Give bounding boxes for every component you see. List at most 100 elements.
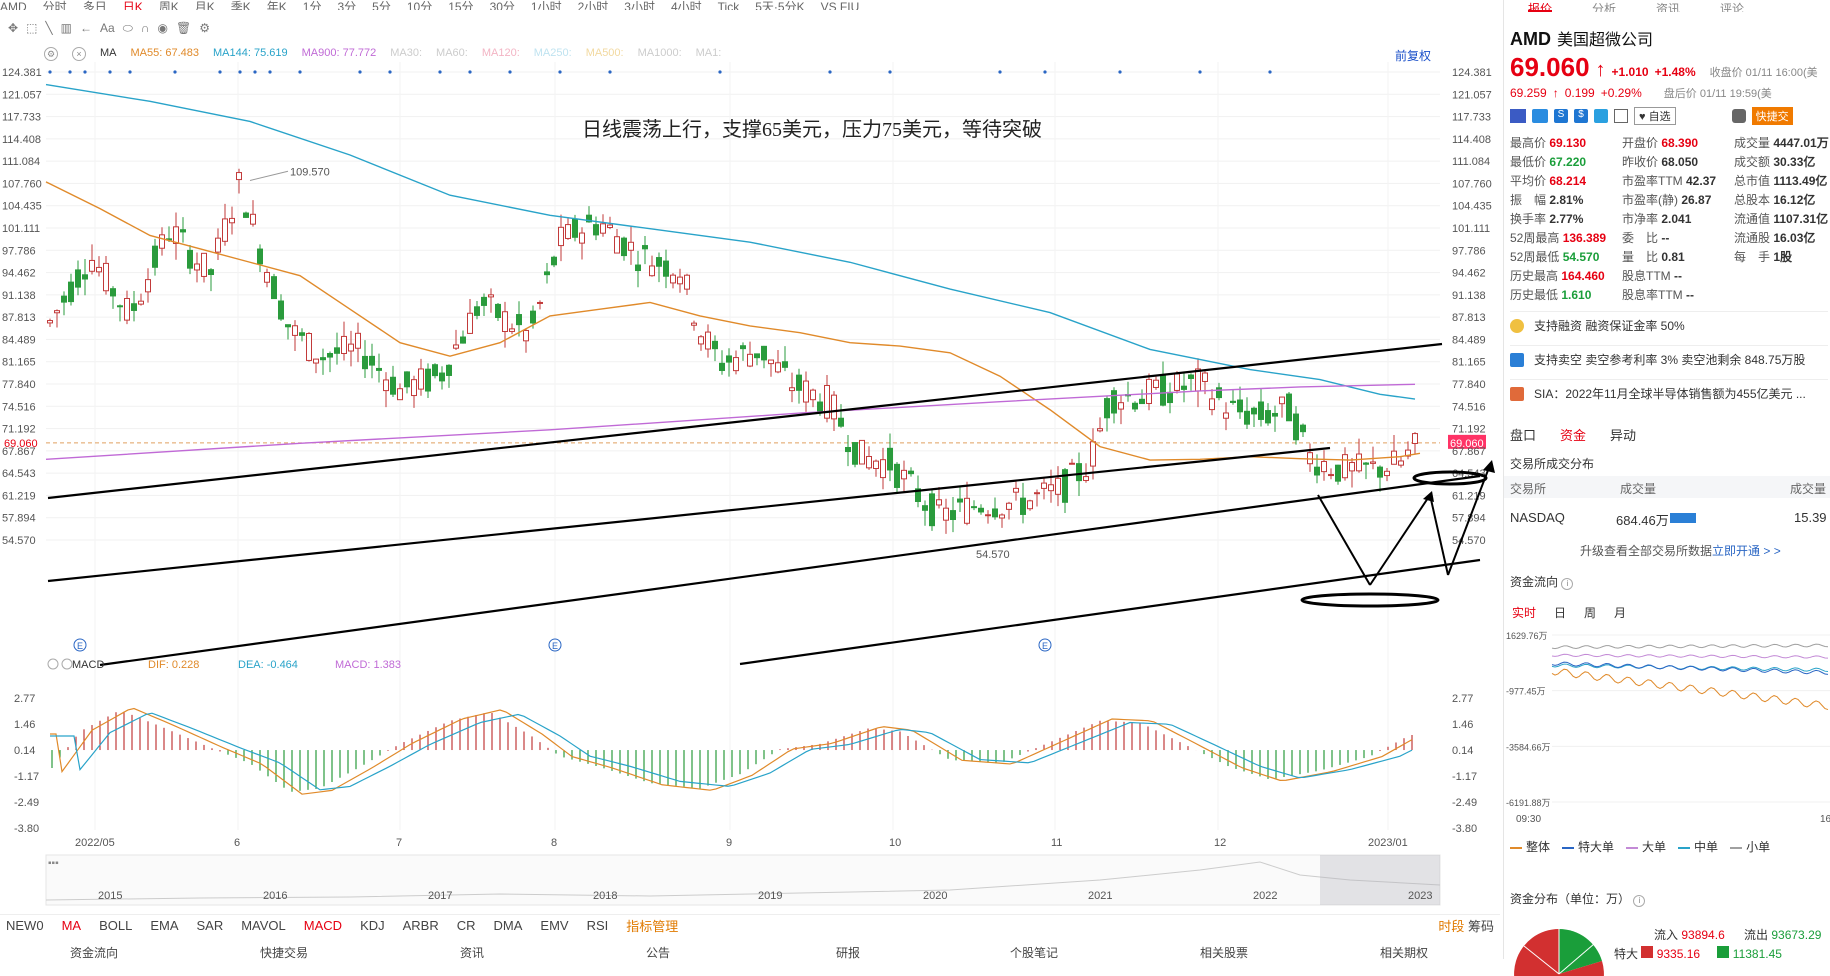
overview-year: 2016	[263, 890, 287, 902]
right-tab-1[interactable]: 分析	[1592, 0, 1616, 12]
info-icon[interactable]: i	[1561, 577, 1574, 590]
indicator-boll[interactable]: BOLL	[99, 918, 132, 933]
period-20[interactable]: VS FIU	[821, 0, 860, 10]
period-5[interactable]: 月K	[195, 0, 215, 10]
tab-movement[interactable]: 异动	[1610, 425, 1636, 444]
shape-tool-icon[interactable]: ⬭	[123, 21, 133, 36]
trash-icon[interactable]: 🗑	[176, 21, 191, 35]
self-select-button[interactable]: ♥ 自选	[1634, 107, 1676, 125]
quick-trade-button[interactable]: 快捷交	[1751, 107, 1793, 125]
period-13[interactable]: 30分	[490, 0, 515, 10]
candle-body	[1251, 407, 1257, 415]
indicator-emv[interactable]: EMV	[540, 918, 568, 933]
bell-icon[interactable]	[1731, 109, 1746, 123]
settings-icon[interactable]: ⚙	[199, 21, 210, 35]
period-19[interactable]: 5天·5分K	[755, 0, 804, 10]
macd-y-label-right: -3.80	[1452, 823, 1477, 835]
fund-flow-chart: 1629.76万 -977.45万 -3584.66万 -6191.88万 09:30 1…	[1506, 631, 1830, 825]
flag-icon[interactable]	[1510, 109, 1526, 123]
period-11[interactable]: 10分	[407, 0, 432, 10]
period-14[interactable]: 1小时	[531, 0, 562, 10]
fund-tab-month[interactable]: 月	[1614, 604, 1626, 621]
bottom-tab-7[interactable]: 相关期权	[1380, 946, 1428, 959]
indicator-ema[interactable]: EMA	[150, 918, 178, 933]
indicator-mavol[interactable]: MAVOL	[241, 918, 286, 933]
notice-margin[interactable]: 支持融资 融资保证金率 50%	[1510, 311, 1828, 339]
period-10[interactable]: 5分	[372, 0, 391, 10]
candle-tool-icon[interactable]: ▥	[61, 21, 72, 35]
dollar-icon[interactable]: $	[1574, 109, 1588, 123]
cursor-icon[interactable]: ⬚	[26, 21, 37, 35]
fund-legend: 整体 特大单 大单 中单 小单	[1510, 838, 1770, 855]
fund-tab-realtime[interactable]: 实时	[1512, 604, 1536, 621]
notice-short[interactable]: 支持卖空 卖空参考利率 3% 卖空池剩余 848.75万股	[1510, 345, 1828, 373]
info-icon[interactable]: i	[1633, 894, 1646, 907]
bottom-tab-6[interactable]: 相关股票	[1200, 946, 1248, 959]
bottom-tab-1[interactable]: 快捷交易	[260, 946, 308, 959]
arrow-tool-icon[interactable]: ←	[80, 21, 92, 35]
stat-value: 67.220	[1546, 155, 1587, 169]
period-8[interactable]: 1分	[303, 0, 322, 10]
indicator-dma[interactable]: DMA	[494, 918, 523, 933]
right-tab-0[interactable]: 报价	[1528, 0, 1553, 12]
period-18[interactable]: Tick	[718, 0, 740, 10]
indicator-ma[interactable]: MA	[62, 918, 82, 933]
bottom-right-1[interactable]: 筹码	[1468, 919, 1494, 934]
small-order-line	[1551, 643, 1829, 650]
s-icon[interactable]: S	[1554, 109, 1568, 123]
overview-year: 2021	[1088, 890, 1112, 902]
indicator-new0[interactable]: NEW0	[6, 918, 44, 933]
period-6[interactable]: 季K	[231, 0, 251, 10]
indicator-指标管理[interactable]: 指标管理	[626, 916, 678, 935]
bottom-tab-0[interactable]: 资金流向	[70, 946, 118, 959]
magnet-icon[interactable]: ∩	[141, 21, 150, 35]
right-tab-3[interactable]: 评论	[1720, 0, 1744, 12]
tab-funds[interactable]: 资金	[1560, 425, 1586, 444]
note-icon[interactable]	[1614, 109, 1628, 123]
indicator-rsi[interactable]: RSI	[587, 918, 609, 933]
indicator-kdj[interactable]: KDJ	[360, 918, 385, 933]
tag-icon[interactable]	[1594, 109, 1608, 123]
notice-news[interactable]: SIA：2022年11月全球半导体销售额为455亿美元 ...	[1510, 379, 1828, 407]
candle-body	[684, 274, 690, 290]
line-tool-icon[interactable]: ╲	[45, 21, 52, 35]
indicator-arbr[interactable]: ARBR	[403, 918, 439, 933]
fund-tab-week[interactable]: 周	[1584, 604, 1596, 621]
period-0[interactable]: AMD	[0, 0, 27, 10]
candle-body	[236, 172, 242, 181]
bottom-tab-3[interactable]: 公告	[646, 946, 670, 959]
fund-tab-day[interactable]: 日	[1554, 604, 1566, 621]
candle-body	[75, 269, 81, 288]
indicator-cr[interactable]: CR	[457, 918, 476, 933]
indicator-sar[interactable]: SAR	[196, 918, 223, 933]
period-2[interactable]: 多日	[83, 0, 107, 10]
bottom-tab-4[interactable]: 研报	[836, 946, 860, 959]
period-17[interactable]: 4小时	[671, 0, 702, 10]
bottom-tab-2[interactable]: 资讯	[460, 946, 484, 959]
indicator-macd[interactable]: MACD	[304, 918, 342, 933]
period-15[interactable]: 2小时	[578, 0, 609, 10]
y-label-right: 121.057	[1452, 89, 1492, 101]
after-price: 69.259	[1510, 86, 1547, 100]
period-16[interactable]: 3小时	[624, 0, 655, 10]
kline-chart[interactable]: 日线震荡上行，支撑65美元，压力75美元，等待突破 69.060 69.060 1…	[0, 40, 1500, 910]
eye-icon[interactable]: ◉	[158, 21, 168, 35]
bottom-right-0[interactable]: 时段	[1438, 919, 1468, 934]
event-dot	[828, 70, 832, 74]
after-time: 盘后价 01/11 19:59(美	[1663, 88, 1772, 100]
tab-pankou[interactable]: 盘口	[1510, 425, 1536, 444]
upgrade-link[interactable]: 立即开通 > >	[1712, 544, 1781, 558]
period-3[interactable]: 日K	[123, 0, 143, 10]
period-12[interactable]: 15分	[448, 0, 473, 10]
move-icon[interactable]: ✥	[8, 21, 18, 35]
candle-body	[523, 329, 529, 342]
bottom-tab-5[interactable]: 个股笔记	[1010, 946, 1058, 959]
period-7[interactable]: 年K	[267, 0, 287, 10]
share-icon[interactable]	[1532, 109, 1548, 123]
period-4[interactable]: 周K	[159, 0, 179, 10]
candle-body	[334, 347, 340, 354]
text-tool-icon[interactable]: Aa	[100, 21, 115, 35]
period-1[interactable]: 分时	[43, 0, 67, 10]
right-tab-2[interactable]: 资讯	[1656, 0, 1680, 12]
period-9[interactable]: 3分	[337, 0, 356, 10]
